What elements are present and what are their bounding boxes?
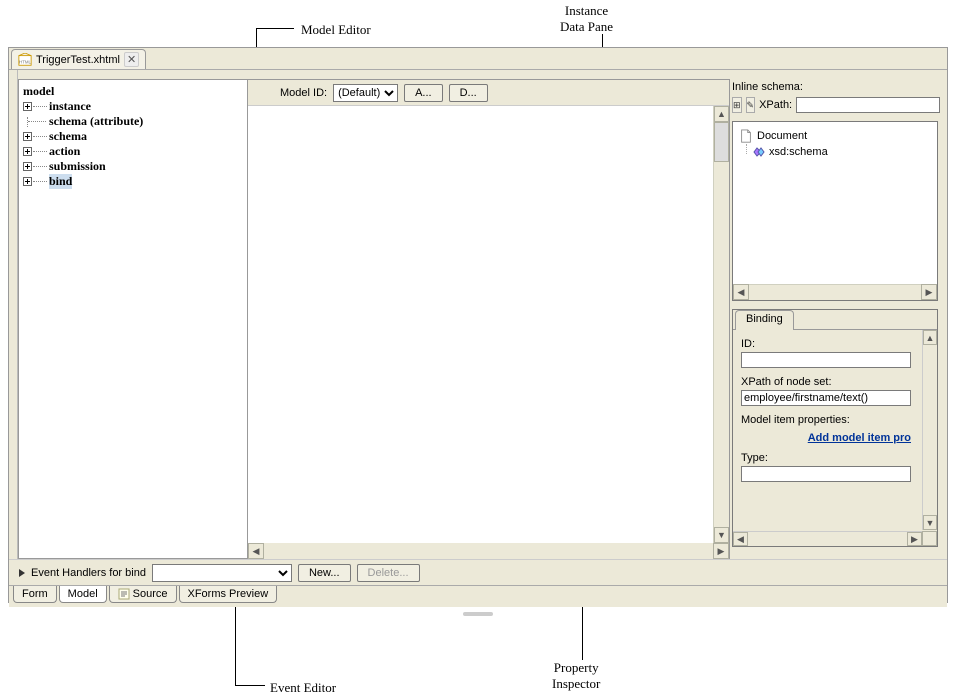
model-tree-pane: model instance schema (attribute) schema… [18, 79, 248, 559]
expand-triangle-icon[interactable] [19, 569, 25, 577]
delete-button[interactable]: D... [449, 84, 488, 102]
model-tree: model instance schema (attribute) schema… [19, 80, 247, 193]
event-handlers-dropdown[interactable] [152, 564, 292, 582]
html-file-icon: HTML [18, 53, 32, 67]
scroll-down-icon[interactable]: ▼ [923, 515, 937, 530]
binding-vertical-scrollbar[interactable]: ▲ ▼ [922, 330, 937, 530]
tab-form[interactable]: Form [13, 586, 57, 603]
horizontal-scrollbar[interactable]: ◀ ▶ [248, 543, 729, 559]
expand-icon[interactable] [23, 132, 32, 141]
expand-icon[interactable] [23, 177, 32, 186]
scroll-up-icon[interactable]: ▲ [923, 330, 937, 345]
instance-data-area: ▲ ▼ [248, 106, 729, 543]
file-tab-label: TriggerTest.xhtml [36, 54, 120, 66]
tab-source[interactable]: Source [109, 586, 177, 603]
xpath-row: ⊞ ✎ XPath: [730, 97, 940, 117]
tree-root[interactable]: model [21, 84, 245, 99]
scroll-left-icon[interactable]: ◀ [733, 532, 748, 546]
annotation-event-editor: Event Editor [270, 680, 336, 696]
source-icon [118, 588, 130, 600]
tree-item-schema-attribute[interactable]: schema (attribute) [21, 114, 245, 129]
scroll-down-icon[interactable]: ▼ [714, 527, 729, 543]
editor-window: HTML TriggerTest.xhtml ✕ model instance … [8, 47, 948, 603]
tree-item-schema[interactable]: schema [21, 129, 245, 144]
tree-item-submission[interactable]: submission [21, 159, 245, 174]
xpath-input[interactable] [796, 97, 940, 113]
delete-event-button[interactable]: Delete... [357, 564, 420, 582]
close-icon[interactable]: ✕ [124, 52, 139, 67]
type-input[interactable] [741, 466, 911, 482]
expand-icon[interactable] [23, 147, 32, 156]
tab-bar: HTML TriggerTest.xhtml ✕ [9, 48, 947, 70]
xpath-label: XPath: [759, 99, 792, 111]
scroll-thumb[interactable] [714, 122, 729, 162]
vertical-scrollbar[interactable]: ▲ ▼ [713, 106, 729, 543]
binding-horizontal-scrollbar[interactable]: ◀ ▶ [733, 531, 922, 546]
scroll-track[interactable] [749, 284, 921, 300]
binding-body: ID: XPath of node set: Model item proper… [733, 330, 937, 546]
new-event-button[interactable]: New... [298, 564, 351, 582]
binding-tabs: Binding [733, 310, 937, 330]
annotation-model-editor: Model Editor [301, 22, 371, 38]
doc-horizontal-scrollbar[interactable]: ◀ ▶ [733, 284, 937, 300]
tab-xforms-preview[interactable]: XForms Preview [179, 586, 278, 603]
add-model-item-link[interactable]: Add model item pro [808, 432, 911, 444]
main-area: model instance schema (attribute) schema… [9, 70, 947, 559]
doc-tree-child[interactable]: xsd:schema [739, 144, 931, 160]
xpath-nodeset-input[interactable] [741, 390, 911, 406]
scroll-up-icon[interactable]: ▲ [714, 106, 729, 122]
scroll-right-icon[interactable]: ▶ [907, 532, 922, 546]
left-spine [9, 70, 18, 559]
scroll-left-icon[interactable]: ◀ [248, 543, 264, 559]
tree-branch-icon [23, 117, 49, 127]
model-item-props-label: Model item properties: [741, 414, 911, 426]
expand-icon[interactable] [23, 162, 32, 171]
document-tree-box: Document xsd:schema ◀ ▶ [732, 121, 938, 301]
property-inspector: Binding ID: XPath of node set: Mod [732, 309, 938, 547]
doc-tree-root[interactable]: Document [739, 128, 931, 144]
expand-icon[interactable] [23, 102, 32, 111]
event-handlers-label: Event Handlers for bind [31, 567, 146, 579]
inline-schema-label: Inline schema: [730, 79, 940, 93]
scroll-track[interactable] [264, 543, 713, 559]
model-id-dropdown[interactable]: (Default) [333, 84, 398, 102]
scroll-right-icon[interactable]: ▶ [713, 543, 729, 559]
bottom-tab-row: Form Model Source XForms Preview [9, 585, 947, 607]
svg-text:HTML: HTML [19, 59, 31, 64]
expand-all-icon[interactable]: ⊞ [732, 97, 742, 113]
xpath-nodeset-label: XPath of node set: [741, 376, 911, 388]
scroll-left-icon[interactable]: ◀ [733, 284, 749, 300]
tab-model[interactable]: Model [59, 586, 107, 603]
tree-item-action[interactable]: action [21, 144, 245, 159]
center-pane: Model ID: (Default) A... D... ▲ ▼ ◀ ▶ [248, 79, 730, 559]
annotation-line [256, 28, 294, 29]
annotation-property-inspector: PropertyInspector [552, 660, 600, 692]
tree-item-bind[interactable]: bind [21, 174, 245, 189]
resize-handle[interactable] [9, 607, 947, 613]
type-label: Type: [741, 452, 911, 464]
id-input[interactable] [741, 352, 911, 368]
schema-element-icon [753, 146, 765, 158]
model-id-label: Model ID: [280, 87, 327, 99]
document-icon [739, 129, 753, 143]
file-tab[interactable]: HTML TriggerTest.xhtml ✕ [11, 49, 146, 69]
add-button[interactable]: A... [404, 84, 443, 102]
right-pane: Inline schema: ⊞ ✎ XPath: Document [730, 79, 940, 559]
binding-tab[interactable]: Binding [735, 310, 794, 330]
id-label: ID: [741, 338, 911, 350]
annotation-instance-data-pane: InstanceData Pane [560, 3, 613, 35]
scroll-right-icon[interactable]: ▶ [921, 284, 937, 300]
event-editor-row: Event Handlers for bind New... Delete... [9, 559, 947, 585]
annotation-line [235, 685, 265, 686]
wizard-icon[interactable]: ✎ [746, 97, 756, 113]
model-toolbar: Model ID: (Default) A... D... [248, 80, 729, 106]
tree-item-instance[interactable]: instance [21, 99, 245, 114]
resize-grip[interactable] [922, 531, 937, 546]
document-tree: Document xsd:schema [733, 122, 937, 166]
annotation-line [602, 34, 603, 48]
